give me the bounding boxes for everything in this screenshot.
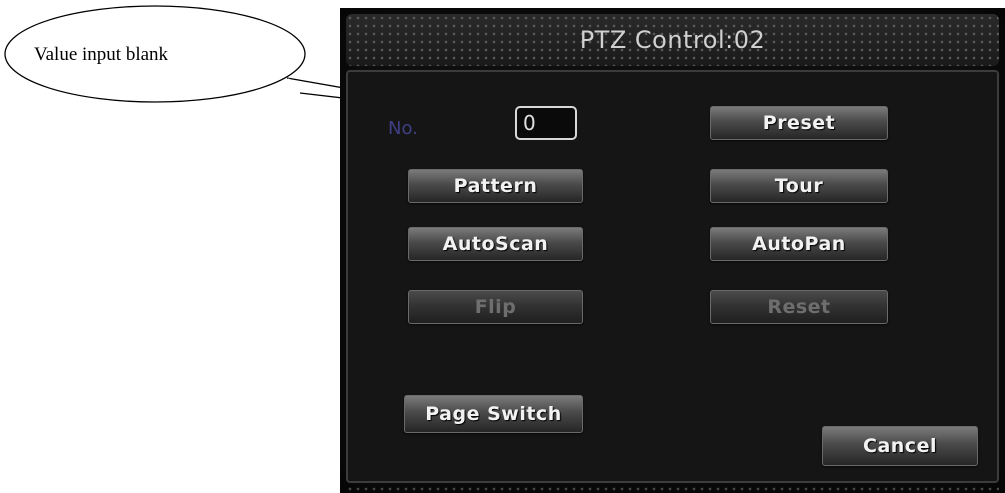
autoscan-button[interactable]: AutoScan <box>408 227 583 261</box>
bottom-decoration <box>346 485 999 493</box>
page-switch-button[interactable]: Page Switch <box>404 395 583 433</box>
dialog-title: PTZ Control:02 <box>579 26 766 54</box>
no-label: No. <box>388 118 418 139</box>
flip-button[interactable]: Flip <box>408 290 583 324</box>
autopan-button[interactable]: AutoPan <box>710 227 888 261</box>
cancel-button[interactable]: Cancel <box>822 426 978 466</box>
reset-button[interactable]: Reset <box>710 290 888 324</box>
tour-button[interactable]: Tour <box>710 169 888 203</box>
pattern-button[interactable]: Pattern <box>408 169 583 203</box>
callout-text: Value input blank <box>34 44 169 65</box>
ptz-control-dialog: PTZ Control:02 No. Preset Pattern Tour A… <box>340 8 1005 493</box>
preset-button[interactable]: Preset <box>710 106 888 140</box>
no-value-input[interactable] <box>515 106 577 140</box>
dialog-titlebar: PTZ Control:02 <box>346 14 999 66</box>
